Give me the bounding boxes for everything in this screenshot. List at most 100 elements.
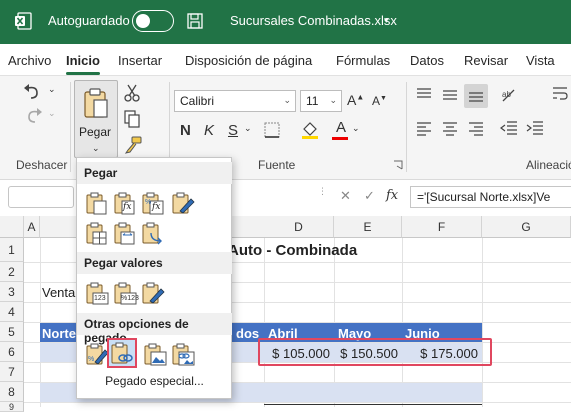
underline-icon[interactable]: S [228, 122, 238, 139]
paste-linked-picture-icon[interactable] [171, 342, 195, 366]
cut-icon[interactable] [124, 84, 140, 102]
svg-text:%: % [88, 356, 94, 363]
font-size-select[interactable]: 11 ⌄ [300, 90, 342, 112]
align-center-icon[interactable] [442, 122, 458, 136]
font-size-value: 11 [306, 94, 319, 108]
title-dropdown-icon[interactable]: ▾ [384, 15, 389, 26]
font-color-dropdown-icon[interactable]: ⌄ [352, 123, 360, 134]
bold-icon[interactable]: N [180, 122, 191, 139]
orientation-icon[interactable]: ab [500, 86, 518, 104]
font-size-dropdown-icon: ⌄ [329, 95, 337, 105]
group-divider [406, 82, 407, 172]
paste-keep-column-widths-icon[interactable] [113, 221, 137, 245]
font-settings-icon[interactable] [393, 160, 403, 170]
tab-inicio[interactable]: Inicio [66, 53, 100, 75]
cell-header-partial[interactable]: dos [236, 326, 259, 341]
redo-icon[interactable] [22, 108, 44, 126]
paste-special-item[interactable]: Pegado especial... [77, 374, 232, 388]
svg-text:ab: ab [502, 90, 511, 99]
table-bottom-border [264, 404, 482, 405]
paste-dropdown-icon: ⌄ [92, 143, 100, 153]
decrease-indent-icon[interactable] [500, 120, 518, 136]
tab-datos[interactable]: Datos [410, 53, 444, 68]
paste-formulas-number-format-icon[interactable]: % fx [141, 191, 165, 215]
document-title[interactable]: Sucursales Combinadas.xlsx [230, 13, 397, 28]
ribbon-tabs: Archivo Inicio Insertar Disposición de p… [0, 44, 571, 76]
menu-section-pegar: Pegar [77, 162, 232, 184]
column-header-d[interactable]: D [264, 216, 334, 238]
tab-archivo[interactable]: Archivo [8, 53, 51, 68]
align-middle-icon[interactable] [442, 88, 458, 102]
cell-header-norte[interactable]: Norte [42, 326, 76, 341]
undo-dropdown-icon[interactable]: ⌄ [48, 84, 56, 95]
paste-formulas-icon[interactable]: fx [113, 191, 137, 215]
group-label-alignment: Alineació [526, 158, 571, 172]
row-header-8[interactable]: 8 [0, 382, 24, 402]
column-header-e[interactable]: E [334, 216, 402, 238]
insert-function-icon[interactable]: fx [386, 188, 398, 203]
copy-icon[interactable] [124, 110, 140, 128]
undo-icon[interactable] [22, 84, 44, 102]
borders-icon[interactable] [264, 122, 280, 138]
increase-indent-icon[interactable] [526, 120, 544, 136]
column-header-a[interactable]: A [24, 216, 40, 238]
sheet-title[interactable]: Auto - Combinada [228, 242, 357, 259]
font-name-dropdown-icon: ⌄ [283, 95, 291, 105]
tab-vista[interactable]: Vista [526, 53, 555, 68]
paste-values-number-format-icon[interactable]: %123 [113, 281, 139, 305]
paste-keep-formatting-icon[interactable] [171, 191, 195, 215]
redo-dropdown-icon[interactable]: ⌄ [48, 108, 56, 119]
column-header-f[interactable]: F [402, 216, 482, 238]
menu-section-otras: Otras opciones de pegado [77, 313, 232, 345]
formula-input[interactable]: ='[Sucursal Norte.xlsx]Ve [410, 186, 571, 208]
increase-font-size-icon[interactable]: A▲ [347, 92, 364, 108]
font-color-icon[interactable]: A [336, 119, 346, 136]
confirm-icon[interactable]: ✓ [364, 188, 375, 204]
formula-bar-grip-icon: ⋮ [318, 186, 327, 196]
paste-formatting-icon[interactable]: % [85, 342, 109, 366]
row-header-9[interactable]: 9 [0, 402, 24, 412]
row-header-2[interactable]: 2 [0, 262, 24, 282]
paste-picture-icon[interactable] [143, 342, 167, 366]
paste-transpose-icon[interactable] [141, 221, 165, 245]
row-header-6[interactable]: 6 [0, 342, 24, 362]
autosave-toggle[interactable] [132, 10, 174, 32]
select-all-corner[interactable] [0, 216, 24, 238]
tab-insertar[interactable]: Insertar [118, 53, 162, 68]
save-icon[interactable] [186, 12, 204, 30]
italic-icon[interactable]: K [204, 122, 214, 139]
format-painter-icon[interactable] [124, 136, 142, 154]
paste-no-borders-icon[interactable] [85, 221, 109, 245]
cell-a3[interactable]: Venta [42, 285, 75, 300]
align-bottom-icon[interactable] [468, 88, 484, 102]
row-header-1[interactable]: 1 [0, 238, 24, 262]
column-header-g[interactable]: G [482, 216, 571, 238]
align-left-icon[interactable] [416, 122, 432, 136]
align-top-icon[interactable] [416, 88, 432, 102]
autosave-label: Autoguardado [48, 13, 130, 28]
row-header-7[interactable]: 7 [0, 362, 24, 382]
row-header-3[interactable]: 3 [0, 282, 24, 302]
font-name-value: Calibri [180, 94, 215, 108]
paste-button[interactable]: Pegar ⌄ [74, 80, 118, 158]
gridline [482, 238, 483, 407]
wrap-text-icon[interactable] [552, 86, 568, 102]
tab-revisar[interactable]: Revisar [464, 53, 508, 68]
name-box[interactable] [8, 186, 74, 208]
align-right-icon[interactable] [468, 122, 484, 136]
tab-formulas[interactable]: Fórmulas [336, 53, 390, 68]
paste-link-icon[interactable] [110, 341, 134, 365]
cancel-icon[interactable]: ✕ [340, 188, 351, 204]
decrease-font-size-icon[interactable]: A▼ [372, 94, 387, 108]
fill-color-icon[interactable] [300, 120, 320, 140]
row-header-4[interactable]: 4 [0, 302, 24, 322]
paste-values-icon[interactable]: 123 [85, 281, 109, 305]
group-label-font: Fuente [258, 158, 296, 172]
paste-values-source-formatting-icon[interactable] [141, 281, 165, 305]
group-divider [70, 82, 71, 172]
paste-icon[interactable] [85, 191, 109, 215]
tab-disposicion[interactable]: Disposición de página [185, 53, 312, 68]
row-header-5[interactable]: 5 [0, 322, 24, 342]
font-name-select[interactable]: Calibri ⌄ [174, 90, 296, 112]
underline-dropdown-icon[interactable]: ⌄ [244, 123, 252, 134]
